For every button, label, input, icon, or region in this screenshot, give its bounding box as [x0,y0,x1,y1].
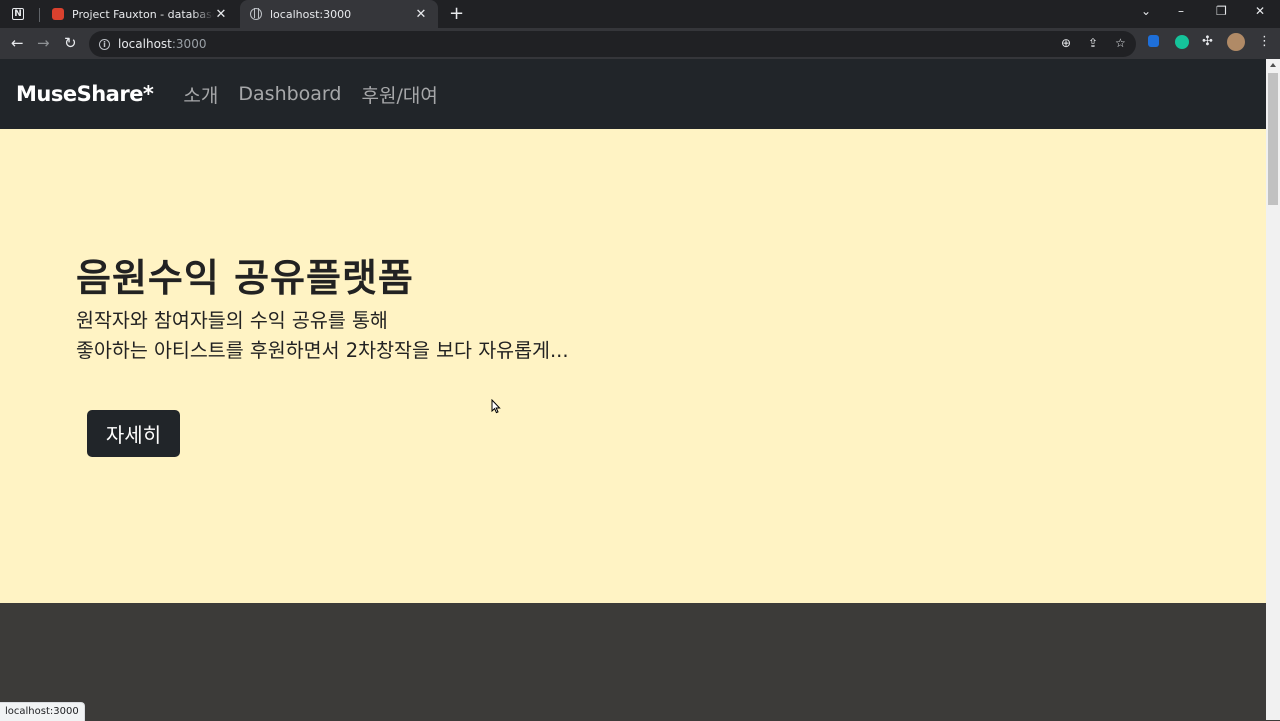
browser-toolbar: ← → ↻ i localhost:3000 ⊕ ⇪ ☆ ✣ ⋮ [0,28,1280,59]
brand-logo[interactable]: MuseShare* [16,82,154,106]
menu-dots-icon[interactable]: ⋮ [1258,34,1271,49]
close-icon[interactable]: ✕ [214,7,228,22]
window-close-icon[interactable]: ✕ [1255,4,1265,18]
profile-avatar[interactable] [1227,33,1245,51]
page-viewport: MuseShare* 소개 Dashboard 후원/대여 음원수익 공유플랫폼… [0,59,1266,720]
details-button[interactable]: 자세히 [87,410,180,457]
tab-search-chevron-icon[interactable]: ⌄ [1141,4,1151,18]
reload-icon[interactable]: ↻ [64,34,77,52]
extensions-puzzle-icon[interactable]: ✣ [1202,34,1213,49]
extension-shield-icon[interactable] [1148,35,1159,47]
notion-icon: N [12,8,24,20]
zoom-icon[interactable]: ⊕ [1061,36,1071,50]
dark-content-section [0,603,1266,720]
back-arrow-icon[interactable]: ← [11,34,24,52]
tab-localhost[interactable]: localhost:3000 ✕ [240,0,438,28]
address-bar[interactable]: i localhost:3000 ⊕ ⇪ ☆ [89,31,1136,57]
vertical-scrollbar[interactable] [1266,59,1280,720]
scroll-up-arrow-icon[interactable] [1270,63,1276,67]
grammarly-icon[interactable] [1175,35,1189,49]
new-tab-button[interactable]: + [449,3,464,24]
forward-arrow-icon[interactable]: → [37,34,50,52]
minimize-icon[interactable]: – [1178,4,1184,18]
site-info-icon[interactable]: i [99,38,110,50]
status-bubble: localhost:3000 [0,702,85,721]
bookmark-star-icon[interactable]: ☆ [1115,36,1126,50]
hero-title: 음원수익 공유플랫폼 [76,256,414,300]
mouse-cursor-icon [491,399,501,414]
tab-title: Project Fauxton - database/msh [72,7,214,21]
tab-fauxton[interactable]: Project Fauxton - database/msh ✕ [42,0,238,28]
tab-separator [39,8,40,22]
couchdb-icon [52,8,64,20]
hero-section: 음원수익 공유플랫폼 원작자와 참여자들의 수익 공유를 통해 좋아하는 아티스… [0,129,1266,603]
url-host: localhost [118,37,172,51]
url-port: :3000 [171,37,207,51]
scrollbar-thumb[interactable] [1268,73,1278,205]
nav-link-about[interactable]: 소개 [183,81,218,108]
url-text[interactable]: localhost:3000 [118,37,206,51]
site-navbar: MuseShare* 소개 Dashboard 후원/대여 [0,59,1266,129]
nav-link-dashboard[interactable]: Dashboard [238,83,341,105]
hero-lead: 원작자와 참여자들의 수익 공유를 통해 좋아하는 아티스트를 후원하면서 2차… [76,306,569,366]
pinned-tab-notion[interactable]: N [10,6,26,22]
share-icon[interactable]: ⇪ [1088,36,1098,50]
globe-icon [250,8,262,20]
hero-lead-line-2: 좋아하는 아티스트를 후원하면서 2차창작을 보다 자유롭게... [76,339,569,362]
restore-icon[interactable]: ❐ [1216,4,1227,18]
close-icon[interactable]: ✕ [414,7,428,22]
tab-title: localhost:3000 [270,7,352,21]
nav-link-sponsor-rental[interactable]: 후원/대여 [361,81,437,108]
browser-tabstrip: N Project Fauxton - database/msh ✕ local… [0,0,1280,28]
hero-lead-line-1: 원작자와 참여자들의 수익 공유를 통해 [76,309,388,332]
